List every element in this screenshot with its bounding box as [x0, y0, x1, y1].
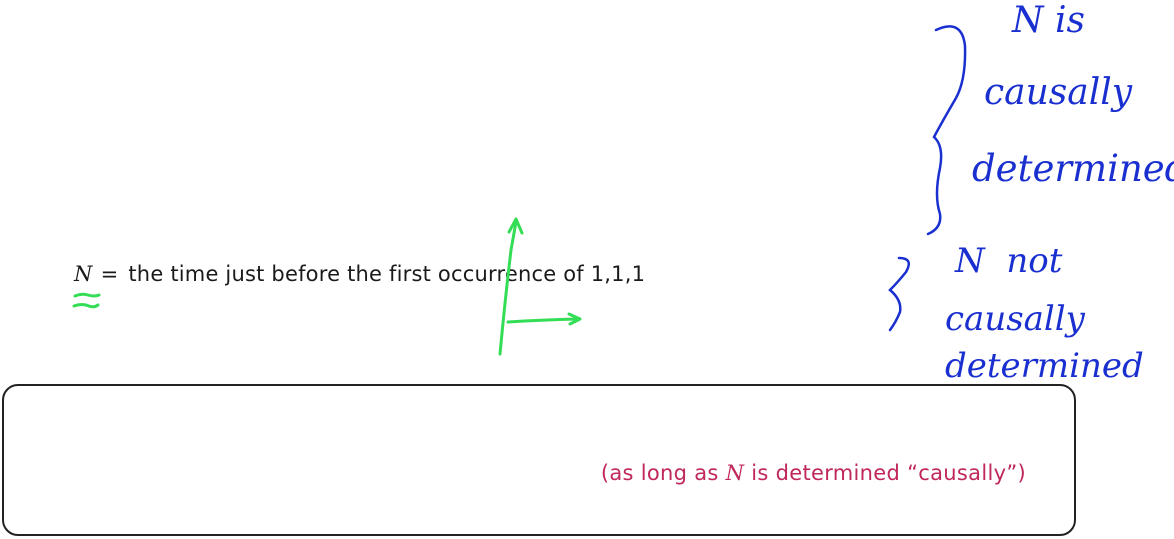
- top-annotation-line-2: causally: [984, 72, 1133, 113]
- slide: N = the time just before the first occurre…: [0, 0, 1174, 539]
- green-underline-mark: [72, 292, 101, 309]
- top-annotation-line-3: determined: [972, 147, 1174, 190]
- top-annotation-line-1: N is: [1011, 0, 1085, 41]
- bottom-annotation-line-2: causally: [945, 299, 1086, 339]
- top-curly-brace: [926, 25, 967, 236]
- bottom-curly-brace: [888, 256, 911, 332]
- bottom-annotation-line-3: determined: [945, 346, 1144, 386]
- ink-layer: N is causally determined N not causally …: [72, 0, 1174, 386]
- bottom-annotation-line-1: N not: [954, 241, 1063, 281]
- green-axes-sketch: [498, 217, 582, 356]
